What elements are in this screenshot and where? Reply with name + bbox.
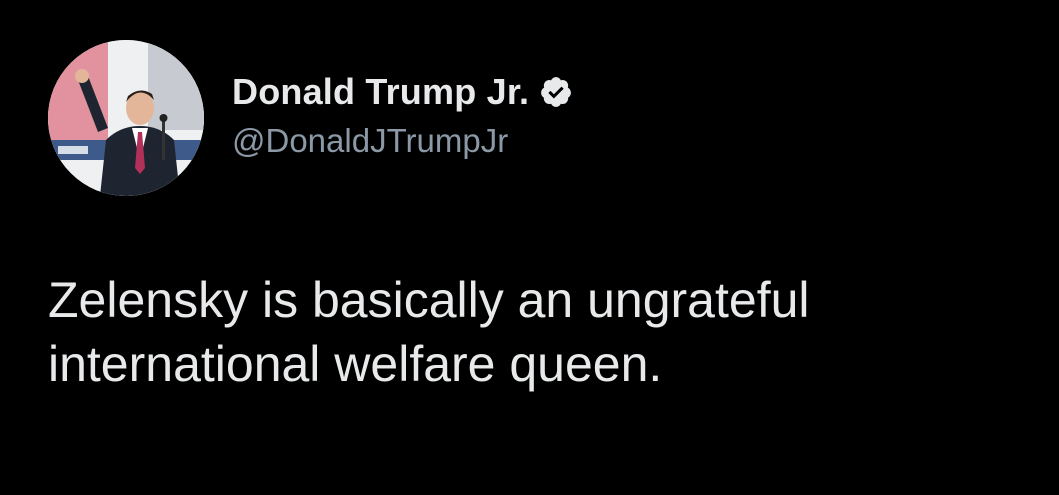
author-handle[interactable]: @DonaldJTrumpJr — [232, 122, 573, 160]
tweet-card: Donald Trump Jr. @DonaldJTrumpJr Zelensk… — [0, 0, 1059, 495]
avatar[interactable] — [48, 40, 204, 196]
avatar-photo-icon — [48, 40, 204, 196]
author-display-name[interactable]: Donald Trump Jr. — [232, 71, 529, 113]
verified-badge-icon — [539, 75, 573, 109]
tweet-header: Donald Trump Jr. @DonaldJTrumpJr — [232, 68, 573, 160]
name-row: Donald Trump Jr. — [232, 68, 573, 116]
tweet-text: Zelensky is basically an ungrateful inte… — [48, 272, 810, 392]
